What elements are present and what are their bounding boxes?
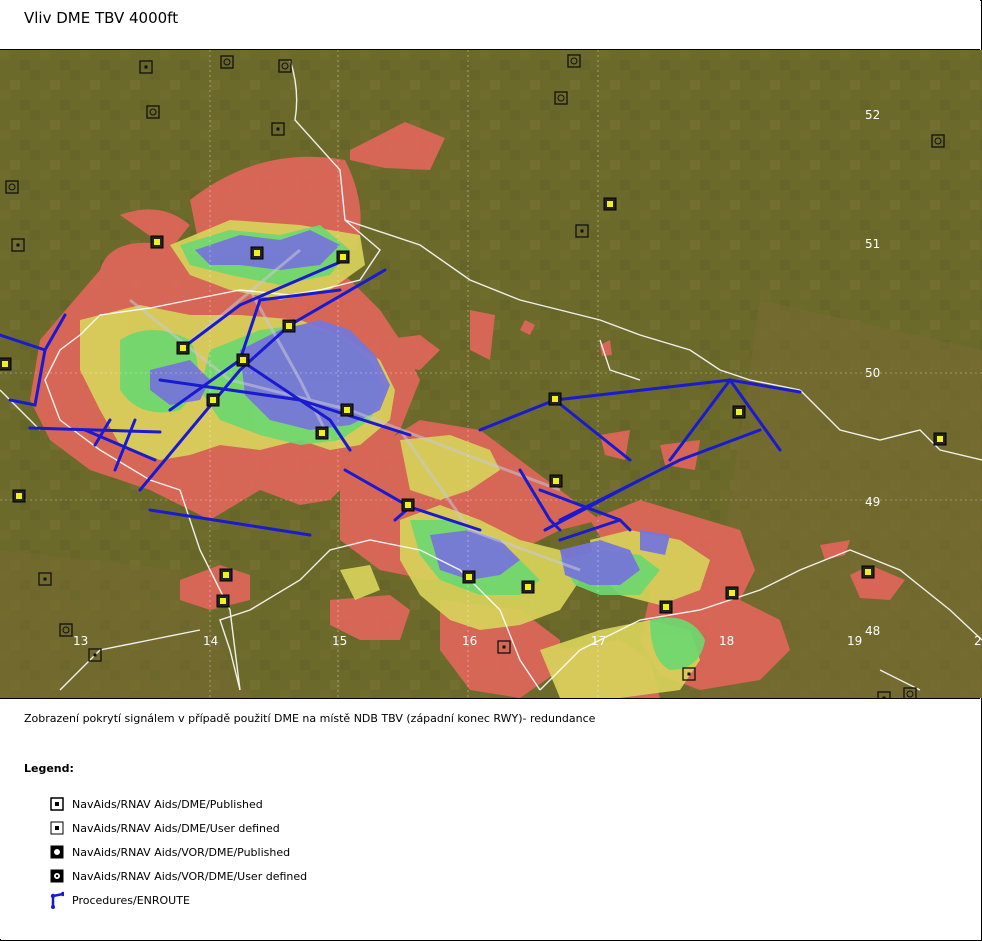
legend-label: NavAids/RNAV Aids/DME/User defined [72,821,280,835]
longitude-label: 19 [847,634,862,648]
latitude-label: 50 [865,366,880,380]
legend-label: NavAids/RNAV Aids/DME/Published [72,797,263,811]
legend-label: NavAids/RNAV Aids/VOR/DME/Published [72,845,291,859]
legend-label: NavAids/RNAV Aids/VOR/DME/User defined [72,869,308,883]
legend-label: Procedures/ENROUTE [72,893,190,907]
map-caption: Zobrazení pokrytí signálem v případě pou… [24,712,596,725]
legend-item-dme-published: NavAids/RNAV Aids/DME/Published [50,795,263,813]
latitude-label: 48 [865,624,880,638]
longitude-label: 16 [462,634,477,648]
latitude-label: 51 [865,237,880,251]
map-canvas: 13 14 15 16 17 18 19 2 52 51 50 49 48 [0,50,982,698]
map-title: Vliv DME TBV 4000ft [24,9,179,27]
coverage-map[interactable]: 13 14 15 16 17 18 19 2 52 51 50 49 48 [0,50,982,698]
legend: Legend: NavAids/RNAV Aids/DME/Published … [0,749,980,939]
latitude-label: 49 [865,495,880,509]
enroute-procedure-icon [50,891,64,909]
dme-published-icon [50,797,64,811]
legend-item-dme-user-defined: NavAids/RNAV Aids/DME/User defined [50,819,280,837]
longitude-label: 13 [73,634,88,648]
vor-dme-user-defined-icon [50,869,64,883]
legend-item-enroute: Procedures/ENROUTE [50,891,190,909]
longitude-label: 18 [719,634,734,648]
legend-title: Legend: [24,762,74,775]
latitude-label: 52 [865,108,880,122]
longitude-label: 17 [591,634,606,648]
caption-bar: Zobrazení pokrytí signálem v případě pou… [0,698,980,750]
title-bar: Vliv DME TBV 4000ft [0,0,980,50]
legend-item-vor-dme-user-defined: NavAids/RNAV Aids/VOR/DME/User defined [50,867,307,885]
vor-dme-published-icon [50,845,64,859]
longitude-label: 2 [974,634,982,648]
legend-item-vor-dme-published: NavAids/RNAV Aids/VOR/DME/Published [50,843,290,861]
longitude-label: 15 [332,634,347,648]
longitude-label: 14 [203,634,218,648]
dme-user-defined-icon [50,821,64,835]
